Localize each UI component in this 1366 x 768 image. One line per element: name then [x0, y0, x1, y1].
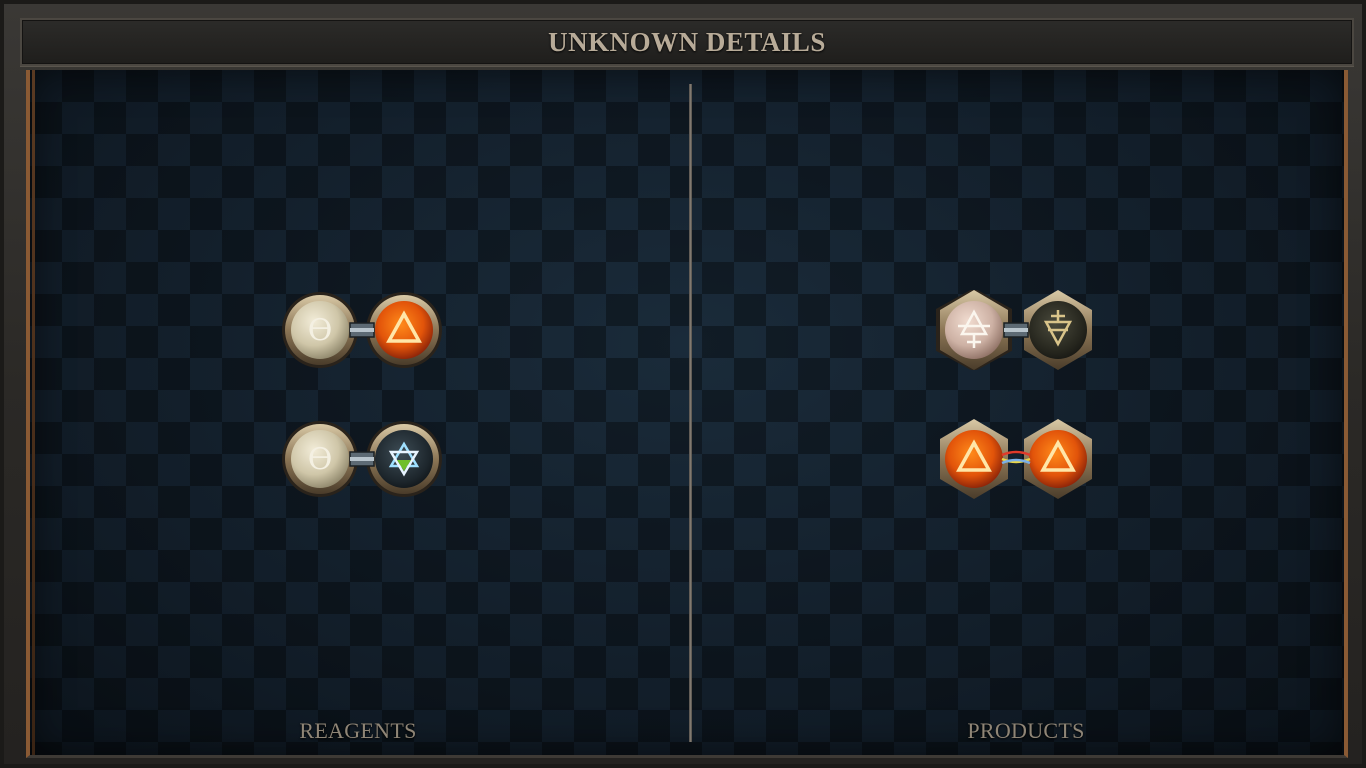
reagent-molecule-2[interactable]: ϴ — [280, 419, 444, 499]
title-bar: UNKNOWN DETAILS — [20, 18, 1354, 66]
page-title: UNKNOWN DETAILS — [548, 26, 826, 57]
section-divider — [689, 84, 692, 742]
salt-symbol-icon: ϴ — [308, 313, 333, 348]
details-panel: ϴ ϴ REAGENTS PRODUCTS — [26, 70, 1348, 758]
products-label: PRODUCTS — [967, 718, 1085, 743]
salt-symbol-icon: ϴ — [308, 442, 333, 477]
panel-edge — [32, 70, 35, 755]
reagents-label: REAGENTS — [299, 718, 417, 743]
window-frame: UNKNOWN DETAILS ϴ ϴ REAGENTS PRODUCTS — [0, 0, 1366, 768]
product-molecule-1[interactable] — [934, 290, 1098, 370]
reagent-molecule-1[interactable]: ϴ — [280, 290, 444, 370]
product-molecule-2[interactable] — [934, 419, 1098, 499]
